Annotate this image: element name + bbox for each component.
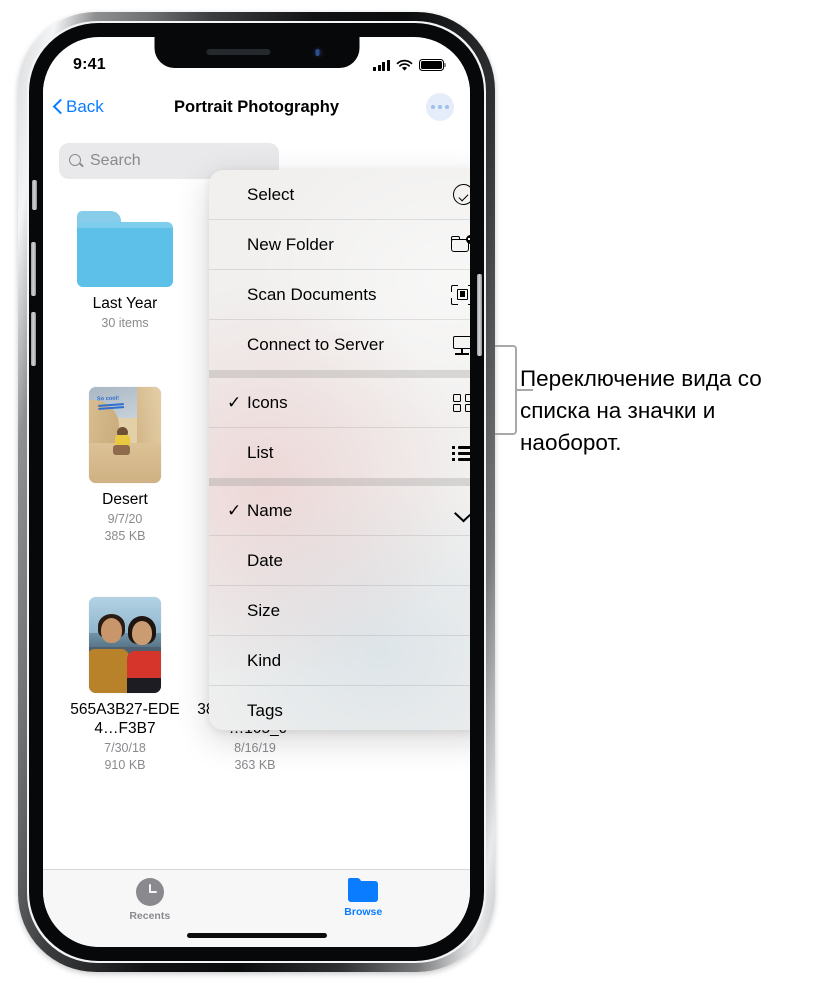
file-name: 565A3B27-EDE4…F3B7 [70, 701, 180, 737]
file-meta-date: 7/30/18 [104, 740, 146, 755]
menu-item-icons-view[interactable]: ✓ Icons [209, 378, 470, 428]
scan-document-icon [450, 282, 470, 308]
file-meta-size: 910 KB [104, 758, 146, 773]
folder-icon [77, 211, 173, 287]
grid-view-icon [450, 390, 470, 416]
photo-thumbnail-couple [89, 597, 161, 693]
menu-separator [209, 370, 470, 378]
cellular-bars-icon [373, 59, 390, 71]
chevron-down-icon [450, 498, 470, 524]
menu-item-label: List [247, 443, 274, 462]
volume-up-button[interactable] [31, 242, 36, 296]
file-name: Desert [102, 491, 148, 508]
status-time: 9:41 [73, 56, 106, 73]
silence-switch[interactable] [32, 180, 37, 210]
clock-icon [135, 878, 164, 906]
back-button-label: Back [66, 97, 104, 116]
file-meta-date: 9/7/20 [107, 511, 143, 526]
menu-item-label: Kind [247, 650, 282, 670]
file-meta-size: 363 KB [234, 758, 276, 773]
file-meta: 30 items [101, 315, 149, 330]
menu-item-label: Scan Documents [247, 284, 377, 304]
chevron-left-icon [53, 98, 64, 117]
tab-bar: Recents Browse [43, 869, 470, 947]
folder-plus-icon [450, 232, 470, 258]
menu-item-sort-name[interactable]: ✓ Name [209, 486, 470, 536]
menu-item-connect-to-server[interactable]: Connect to Server [209, 320, 470, 370]
list-view-icon [450, 440, 470, 466]
tab-recents[interactable]: Recents [43, 878, 257, 922]
screenshot-root: 9:41 Back Portrait Photography Search La… [0, 0, 814, 984]
tab-label: Recents [129, 910, 171, 922]
menu-item-new-folder[interactable]: New Folder [209, 220, 470, 270]
device-screen: 9:41 Back Portrait Photography Search La… [43, 37, 470, 947]
menu-item-icon-slot [450, 548, 470, 574]
menu-item-scan-documents[interactable]: Scan Documents [209, 270, 470, 320]
menu-item-label: Date [247, 550, 283, 570]
file-thumbnail [61, 597, 189, 693]
menu-item-label: New Folder [247, 234, 334, 254]
page-title: Portrait Photography [173, 97, 339, 116]
file-meta-size: 385 KB [104, 529, 146, 544]
navigation-bar: Back Portrait Photography [43, 81, 470, 133]
power-button[interactable] [477, 274, 482, 356]
menu-item-label: Tags [247, 701, 283, 720]
menu-item-select[interactable]: Select [209, 170, 470, 220]
menu-item-sort-kind[interactable]: Kind [209, 636, 470, 686]
menu-item-checkmark: ✓ [227, 393, 242, 412]
menu-item-sort-size[interactable]: Size [209, 586, 470, 636]
tab-browse[interactable]: Browse [257, 878, 471, 918]
context-menu: Select New Folder Scan Documents Connect… [209, 170, 470, 730]
menu-item-sort-tags[interactable]: Tags [209, 686, 470, 730]
photo-annotation-text: So cool! [96, 395, 120, 403]
menu-separator [209, 478, 470, 486]
file-thumbnail: So cool! [61, 387, 189, 483]
menu-item-label: Connect to Server [247, 335, 385, 354]
back-button[interactable]: Back [43, 97, 104, 117]
file-thumbnail [61, 191, 189, 287]
magnifying-glass-icon [69, 154, 83, 168]
menu-item-label: Size [247, 600, 281, 620]
server-monitor-icon [450, 332, 470, 358]
battery-icon [419, 59, 447, 71]
list-item[interactable]: So cool! Desert 9/7/20 385 KB [61, 387, 189, 544]
menu-item-label: Select [247, 184, 295, 204]
file-meta-date: 8/16/19 [234, 740, 276, 755]
home-indicator[interactable] [186, 933, 327, 938]
list-item[interactable]: Last Year 30 items [61, 191, 189, 331]
check-circle-icon [453, 184, 470, 205]
ellipsis-circle-icon[interactable] [426, 93, 454, 121]
volume-down-button[interactable] [31, 312, 36, 366]
tab-label: Browse [344, 906, 383, 918]
wifi-icon [396, 59, 413, 71]
folder-icon [348, 878, 379, 902]
menu-item-checkmark: ✓ [227, 501, 242, 520]
photo-thumbnail-desert: So cool! [89, 387, 161, 483]
menu-item-list-view[interactable]: List [209, 428, 470, 478]
file-name: Last Year [92, 295, 158, 312]
status-indicators [373, 59, 447, 72]
menu-item-icon-slot [450, 698, 470, 724]
callout-bracket [495, 345, 517, 435]
notch [154, 37, 359, 68]
menu-item-sort-date[interactable]: Date [209, 536, 470, 586]
iphone-device-frame: 9:41 Back Portrait Photography Search La… [18, 12, 495, 972]
menu-item-icon-slot [450, 598, 470, 624]
menu-item-label: Icons [247, 392, 288, 412]
menu-item-label: Name [247, 500, 293, 520]
list-item[interactable]: 565A3B27-EDE4…F3B7 7/30/18 910 KB [61, 597, 189, 773]
front-camera-icon [312, 47, 323, 58]
earpiece-speaker [206, 49, 270, 55]
callout-text: Переключение вида со списка на значки и … [520, 366, 762, 455]
search-placeholder: Search [90, 152, 141, 169]
menu-item-icon-slot [450, 648, 470, 674]
